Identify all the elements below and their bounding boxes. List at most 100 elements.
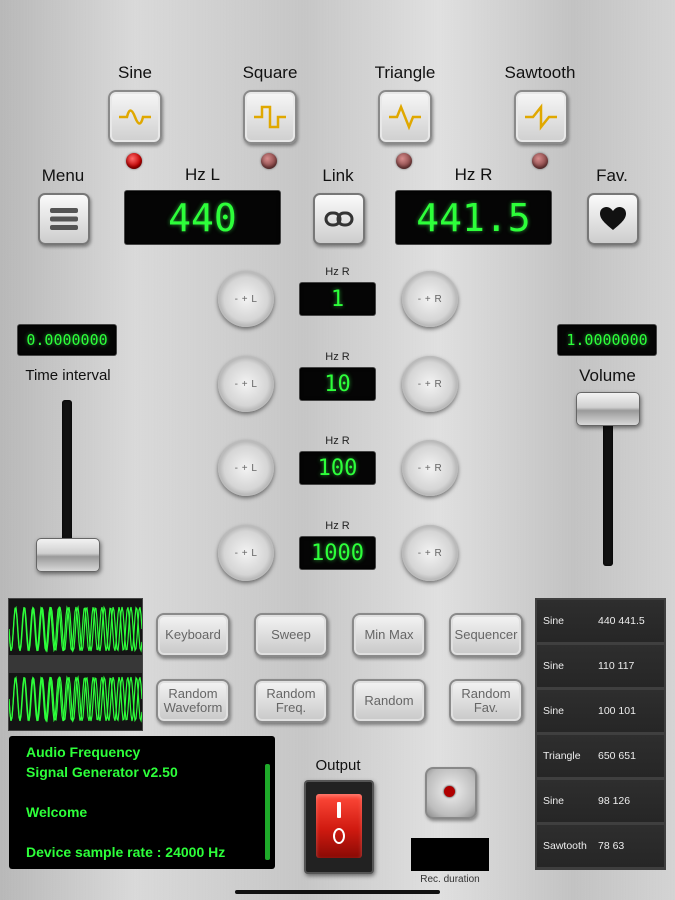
sine-wave-icon: [119, 109, 151, 125]
power-rocker-icon: [316, 794, 362, 858]
sweep-button[interactable]: Sweep: [254, 613, 328, 657]
fav-button[interactable]: [587, 193, 639, 245]
triangle-button[interactable]: [378, 90, 432, 144]
rec-duration-display: [411, 838, 489, 871]
knob-label: - + L: [234, 547, 258, 559]
sawtooth-button[interactable]: [514, 90, 568, 144]
sequencer-button[interactable]: Sequencer: [449, 613, 523, 657]
favorite-freqs: 440 441.5: [598, 615, 645, 627]
sine-label: Sine: [117, 63, 153, 82]
step-1000-label: Hz R: [325, 520, 350, 532]
hz-right-display[interactable]: 441.5: [396, 191, 551, 244]
hz-right-label: Hz R: [454, 165, 493, 184]
console-line-1: Audio Frequency: [26, 744, 141, 760]
random-fav-button[interactable]: Random Fav.: [449, 679, 523, 723]
hz-left-label: Hz L: [185, 165, 220, 184]
step-1000-display: 1000: [300, 537, 375, 569]
power-off-mark: [333, 828, 345, 844]
step-10-left-knob[interactable]: - + L: [218, 356, 274, 412]
link-label: Link: [322, 166, 354, 185]
time-interval-display: 0.0000000: [18, 325, 116, 355]
step-1-display: 1: [300, 283, 375, 315]
sawtooth-wave-icon: [525, 103, 557, 131]
knob-label: - + R: [417, 547, 443, 559]
favorite-item[interactable]: Sine 98 126: [537, 780, 664, 822]
step-1-label: Hz R: [325, 266, 350, 278]
console-line-4: Device sample rate : 24000 Hz: [26, 844, 226, 860]
favorite-item[interactable]: Sine 440 441.5: [537, 600, 664, 642]
favorite-item[interactable]: Sawtooth 78 63: [537, 825, 664, 867]
favorite-item[interactable]: Sine 100 101: [537, 690, 664, 732]
random-freq-button[interactable]: Random Freq.: [254, 679, 328, 723]
home-indicator[interactable]: [235, 890, 440, 894]
step-100-right-knob[interactable]: - + R: [402, 440, 458, 496]
menu-button[interactable]: [38, 193, 90, 245]
time-interval-label: Time interval: [25, 367, 111, 384]
volume-label: Volume: [579, 366, 636, 385]
menu-label: Menu: [41, 166, 85, 185]
favorite-freqs: 650 651: [598, 750, 636, 762]
console-line-3: Welcome: [26, 804, 88, 820]
time-interval-slider-track[interactable]: [62, 400, 72, 560]
favorite-item[interactable]: Triangle 650 651: [537, 735, 664, 777]
min-max-button[interactable]: Min Max: [352, 613, 426, 657]
favorite-freqs: 110 117: [598, 660, 635, 672]
heart-icon: [600, 207, 626, 230]
knob-label: - + R: [417, 462, 443, 474]
link-icon: [324, 211, 354, 227]
knob-label: - + L: [234, 293, 258, 305]
step-10-label: Hz R: [325, 351, 350, 363]
step-100-left-knob[interactable]: - + L: [218, 440, 274, 496]
console-line-2: Signal Generator v2.50: [26, 764, 178, 780]
volume-slider-handle[interactable]: [576, 392, 640, 426]
volume-display: 1.0000000: [558, 325, 656, 355]
output-label: Output: [315, 757, 361, 774]
step-1-right-knob[interactable]: - + R: [402, 271, 458, 327]
knob-label: - + R: [417, 293, 443, 305]
favorite-type: Sine: [543, 795, 565, 807]
knob-label: - + L: [234, 378, 258, 390]
power-on-mark: [337, 802, 341, 818]
time-interval-slider-handle[interactable]: [36, 538, 100, 572]
oscilloscope-display: [8, 598, 143, 731]
step-1000-left-knob[interactable]: - + L: [218, 525, 274, 581]
console-scrollbar[interactable]: [265, 764, 270, 860]
random-button[interactable]: Random: [352, 679, 426, 723]
favorite-type: Sine: [543, 660, 565, 672]
square-button[interactable]: [243, 90, 297, 144]
square-wave-icon: [254, 105, 286, 129]
square-label: Square: [242, 63, 298, 82]
knob-label: - + R: [417, 378, 443, 390]
knob-label: - + L: [234, 462, 258, 474]
favorites-list: Sine 440 441.5 Sine 110 117 Sine 100 101 Tr…: [535, 598, 666, 870]
record-button[interactable]: [425, 767, 477, 819]
fav-label: Fav.: [596, 166, 628, 185]
favorite-freqs: 78 63: [598, 840, 625, 852]
volume-slider-track[interactable]: [603, 404, 613, 566]
step-1-left-knob[interactable]: - + L: [218, 271, 274, 327]
keyboard-button[interactable]: Keyboard: [156, 613, 230, 657]
favorite-freqs: 100 101: [598, 705, 636, 717]
favorite-item[interactable]: Sine 110 117: [537, 645, 664, 687]
favorite-freqs: 98 126: [598, 795, 631, 807]
hz-left-display[interactable]: 440: [125, 191, 280, 244]
favorite-type: Sawtooth: [543, 840, 587, 852]
step-10-display: 10: [300, 368, 375, 400]
record-dot-icon: [444, 786, 455, 797]
sawtooth-label: Sawtooth: [504, 63, 576, 82]
favorite-type: Sine: [543, 705, 565, 717]
step-100-label: Hz R: [325, 435, 350, 447]
favorite-type: Triangle: [543, 750, 581, 762]
favorite-type: Sine: [543, 615, 565, 627]
random-waveform-button[interactable]: Random Waveform: [156, 679, 230, 723]
step-10-right-knob[interactable]: - + R: [402, 356, 458, 412]
output-switch[interactable]: [304, 780, 374, 874]
link-button[interactable]: [313, 193, 365, 245]
sine-button[interactable]: [108, 90, 162, 144]
triangle-wave-icon: [389, 103, 421, 131]
status-console: Audio Frequency Signal Generator v2.50 W…: [9, 736, 275, 869]
step-1000-right-knob[interactable]: - + R: [402, 525, 458, 581]
triangle-label: Triangle: [374, 63, 436, 82]
hamburger-menu-icon: [50, 208, 78, 230]
waveform-preview: [8, 599, 143, 730]
